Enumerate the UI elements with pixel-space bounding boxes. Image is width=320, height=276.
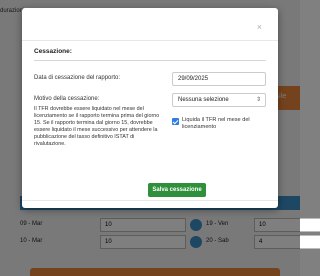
tfr-checkbox[interactable]: [172, 118, 179, 125]
section-title: Cessazione:: [34, 48, 72, 55]
chevron-updown-icon: ⇕: [255, 97, 261, 103]
tfr-note: Il TFR dovrebbe essere liquidato nel mes…: [34, 106, 160, 147]
end-date-input[interactable]: 29/09/2025: [172, 72, 266, 86]
section-divider: [34, 60, 266, 61]
tfr-checkbox-label[interactable]: Liquida il TFR nel mese del licenziament…: [182, 117, 272, 131]
save-cessation-button[interactable]: Salva cessazione: [148, 183, 206, 197]
modal-header-divider: [22, 40, 278, 41]
close-icon[interactable]: ×: [257, 22, 262, 32]
cessation-modal: × Cessazione: Data di cessazione del rap…: [22, 8, 278, 208]
reason-label: Motivo della cessazione:: [34, 96, 100, 102]
end-date-label: Data di cessazione del rapporto:: [34, 75, 121, 81]
reason-select-value: Nessuna selezione: [178, 97, 229, 103]
modal-footer-divider: [22, 200, 278, 201]
reason-select[interactable]: Nessuna selezione ⇕: [172, 93, 266, 107]
